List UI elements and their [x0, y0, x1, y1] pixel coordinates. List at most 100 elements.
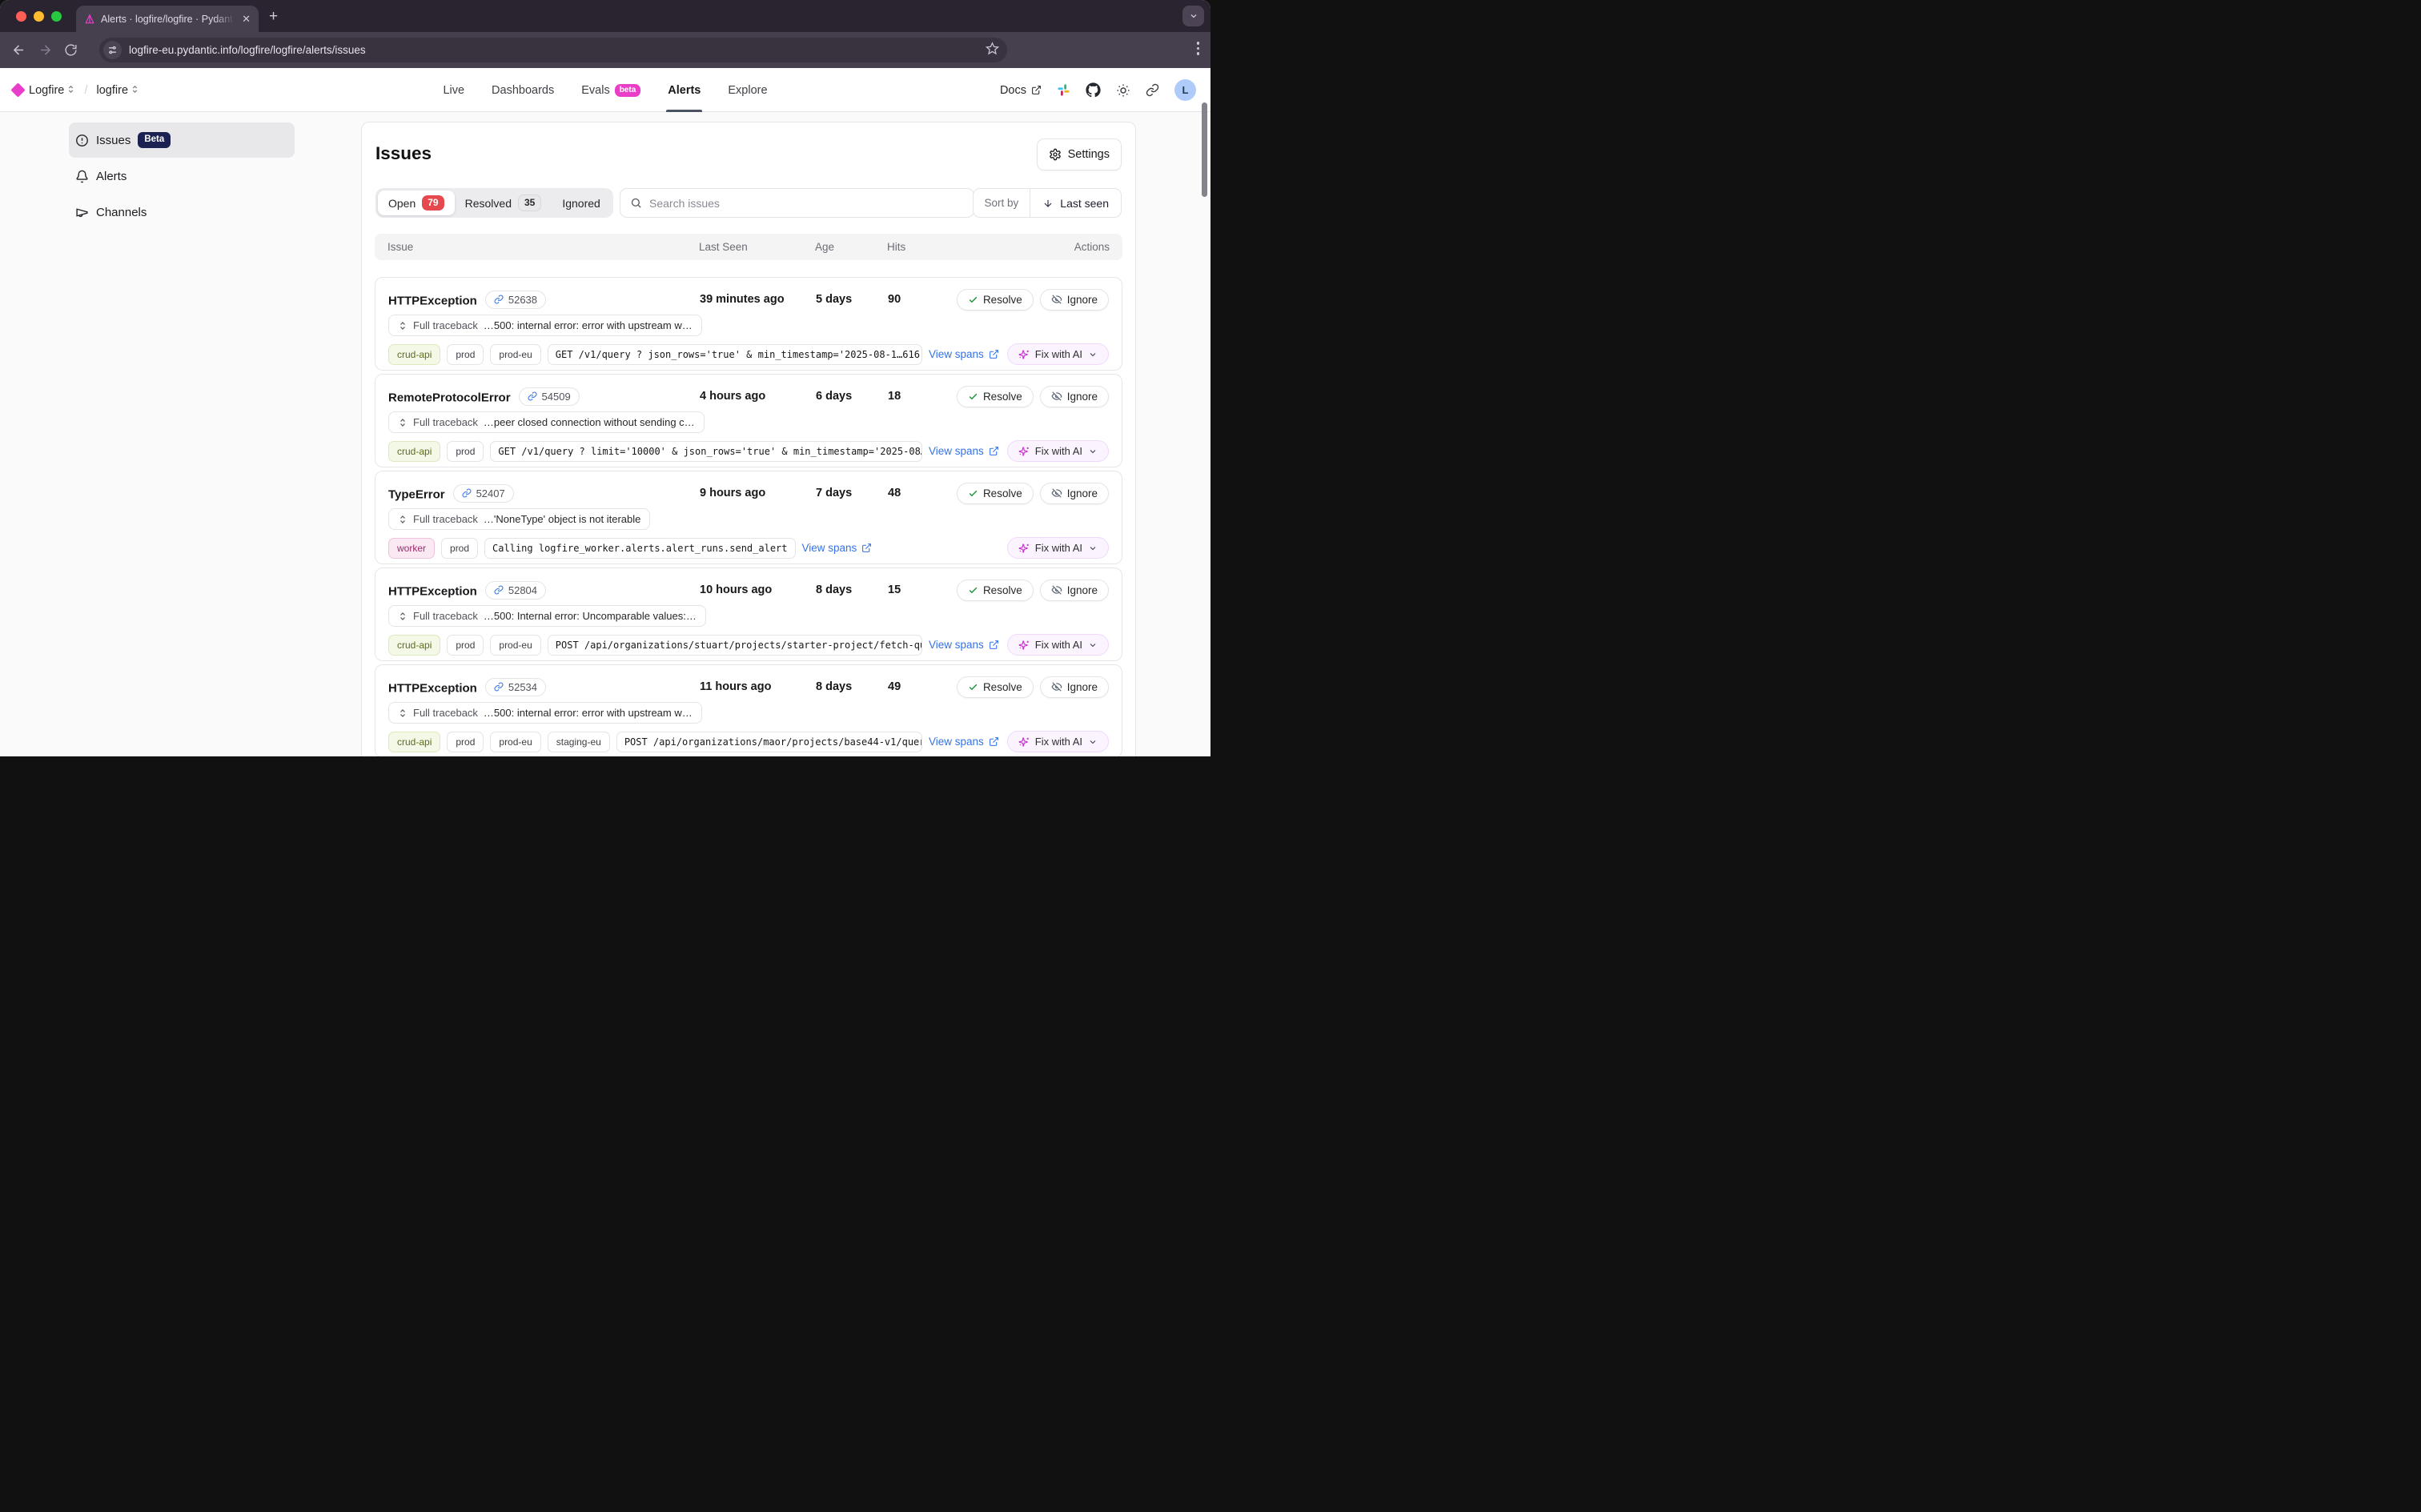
- tab-search-button[interactable]: [1182, 6, 1204, 26]
- browser-menu-button[interactable]: [1197, 42, 1200, 55]
- sparkles-icon: [1018, 543, 1030, 554]
- view-spans-label: View spans: [802, 542, 857, 554]
- ignore-button[interactable]: Ignore: [1040, 483, 1109, 504]
- age-value: 6 days: [816, 390, 888, 403]
- view-spans-link[interactable]: View spans: [929, 736, 999, 748]
- resolve-button[interactable]: Resolve: [957, 386, 1034, 407]
- site-settings-icon[interactable]: [103, 41, 122, 59]
- github-icon[interactable]: [1086, 82, 1101, 98]
- zoom-window-button[interactable]: [51, 11, 62, 22]
- docs-link[interactable]: Docs: [1000, 84, 1042, 97]
- view-spans-link[interactable]: View spans: [929, 348, 999, 360]
- view-spans-label: View spans: [929, 736, 984, 748]
- bookmark-star-icon[interactable]: [986, 42, 999, 59]
- settings-button[interactable]: Settings: [1037, 138, 1122, 170]
- row-actions: Resolve Ignore: [952, 580, 1109, 601]
- theme-sun-icon[interactable]: [1116, 83, 1130, 98]
- nav-dashboards[interactable]: Dashboards: [492, 68, 554, 112]
- share-link-icon[interactable]: [1146, 83, 1159, 97]
- nav-explore[interactable]: Explore: [728, 68, 767, 112]
- issue-id-link[interactable]: 54509: [519, 387, 580, 406]
- full-traceback-chip[interactable]: Full traceback …'NoneType' object is not…: [388, 508, 650, 530]
- resolve-button[interactable]: Resolve: [957, 289, 1034, 311]
- fix-with-ai-button[interactable]: Fix with AI: [1007, 440, 1109, 462]
- url-text[interactable]: logfire-eu.pydantic.info/logfire/logfire…: [129, 44, 986, 56]
- issue-id-link[interactable]: 52638: [485, 291, 546, 309]
- column-issue: Issue: [387, 241, 699, 253]
- fix-with-ai-button[interactable]: Fix with AI: [1007, 537, 1109, 559]
- issue-type: HTTPException: [388, 584, 477, 598]
- issue-row-summary: TypeError524079 hours ago7 days48Resolve…: [388, 482, 1109, 504]
- resolve-button[interactable]: Resolve: [957, 676, 1034, 698]
- tab-ignored[interactable]: Ignored: [552, 191, 610, 215]
- issue-row: RemoteProtocolError545094 hours ago6 day…: [375, 374, 1122, 467]
- eye-off-icon: [1051, 584, 1062, 596]
- sort-value[interactable]: Last seen: [1030, 189, 1121, 217]
- tab-open[interactable]: Open 79: [378, 191, 455, 215]
- beta-badge: beta: [615, 84, 641, 97]
- forward-button[interactable]: [38, 42, 53, 58]
- external-link-icon: [989, 349, 999, 359]
- sort-control[interactable]: Sort by Last seen: [973, 188, 1122, 218]
- page-content: Issues Beta Alerts Channels Issues Setti…: [0, 113, 1210, 756]
- url-bar[interactable]: logfire-eu.pydantic.info/logfire/logfire…: [99, 38, 1007, 62]
- reload-button[interactable]: [64, 43, 78, 57]
- search-box: [620, 188, 974, 218]
- new-tab-button[interactable]: +: [269, 8, 278, 26]
- unfold-icon: [398, 418, 408, 427]
- fix-with-ai-button[interactable]: Fix with AI: [1007, 634, 1109, 656]
- resolve-button[interactable]: Resolve: [957, 580, 1034, 601]
- ignore-button[interactable]: Ignore: [1040, 386, 1109, 407]
- tab-resolved[interactable]: Resolved 35: [455, 191, 552, 215]
- slack-icon[interactable]: [1057, 83, 1070, 97]
- nav-alerts[interactable]: Alerts: [668, 68, 701, 112]
- ignore-button[interactable]: Ignore: [1040, 580, 1109, 601]
- tag-prod-eu: prod-eu: [490, 732, 540, 752]
- tag-staging-eu: staging-eu: [548, 732, 610, 752]
- browser-window: Alerts · logfire/logfire · Pydant ✕ + lo…: [0, 0, 1210, 756]
- nav-live[interactable]: Live: [443, 68, 464, 112]
- sidebar-item-issues[interactable]: Issues Beta: [69, 122, 295, 158]
- resolve-button[interactable]: Resolve: [957, 483, 1034, 504]
- view-spans-link[interactable]: View spans: [929, 639, 999, 651]
- back-button[interactable]: [11, 42, 26, 58]
- eye-off-icon: [1051, 294, 1062, 305]
- minimize-window-button[interactable]: [34, 11, 44, 22]
- link-icon: [494, 682, 504, 692]
- fix-with-ai-label: Fix with AI: [1035, 348, 1082, 360]
- resolve-label: Resolve: [983, 681, 1022, 693]
- issue-id-link[interactable]: 52534: [485, 678, 546, 696]
- full-traceback-chip[interactable]: Full traceback …500: Internal error: Unc…: [388, 605, 706, 627]
- chevron-down-icon: [1088, 737, 1098, 747]
- issue-id-link[interactable]: 52804: [485, 581, 546, 600]
- full-traceback-chip[interactable]: Full traceback …peer closed connection w…: [388, 411, 705, 433]
- issue-id-link[interactable]: 52407: [453, 484, 514, 503]
- issue-row-summary: HTTPException5253411 hours ago8 days49Re…: [388, 676, 1109, 698]
- view-spans-link[interactable]: View spans: [802, 542, 873, 554]
- tag-prod-eu: prod-eu: [490, 344, 540, 365]
- tab-close-icon[interactable]: ✕: [240, 12, 252, 26]
- table-header: Issue Last Seen Age Hits Actions: [375, 234, 1122, 260]
- issue-cell: TypeError52407: [388, 484, 700, 503]
- ignore-button[interactable]: Ignore: [1040, 289, 1109, 311]
- full-traceback-chip[interactable]: Full traceback …500: internal error: err…: [388, 702, 702, 724]
- eye-off-icon: [1051, 681, 1062, 692]
- page-title: Issues: [375, 143, 432, 164]
- close-window-button[interactable]: [16, 11, 26, 22]
- fix-with-ai-button[interactable]: Fix with AI: [1007, 343, 1109, 365]
- issue-id: 52638: [508, 294, 537, 306]
- sidebar-item-alerts[interactable]: Alerts: [69, 158, 295, 194]
- sidebar-item-channels[interactable]: Channels: [69, 195, 295, 230]
- browser-tab[interactable]: Alerts · logfire/logfire · Pydant ✕: [76, 6, 259, 32]
- view-spans-link[interactable]: View spans: [929, 445, 999, 457]
- ignore-button[interactable]: Ignore: [1040, 676, 1109, 698]
- window-controls[interactable]: [16, 11, 62, 22]
- external-link-icon: [1031, 85, 1042, 95]
- fix-with-ai-button[interactable]: Fix with AI: [1007, 731, 1109, 752]
- nav-evals[interactable]: Evalsbeta: [581, 68, 640, 112]
- search-input[interactable]: [649, 197, 964, 210]
- row-actions: Resolve Ignore: [952, 676, 1109, 698]
- user-avatar[interactable]: L: [1174, 79, 1196, 101]
- full-traceback-chip[interactable]: Full traceback …500: internal error: err…: [388, 315, 702, 336]
- page-scrollbar-thumb[interactable]: [1202, 102, 1207, 197]
